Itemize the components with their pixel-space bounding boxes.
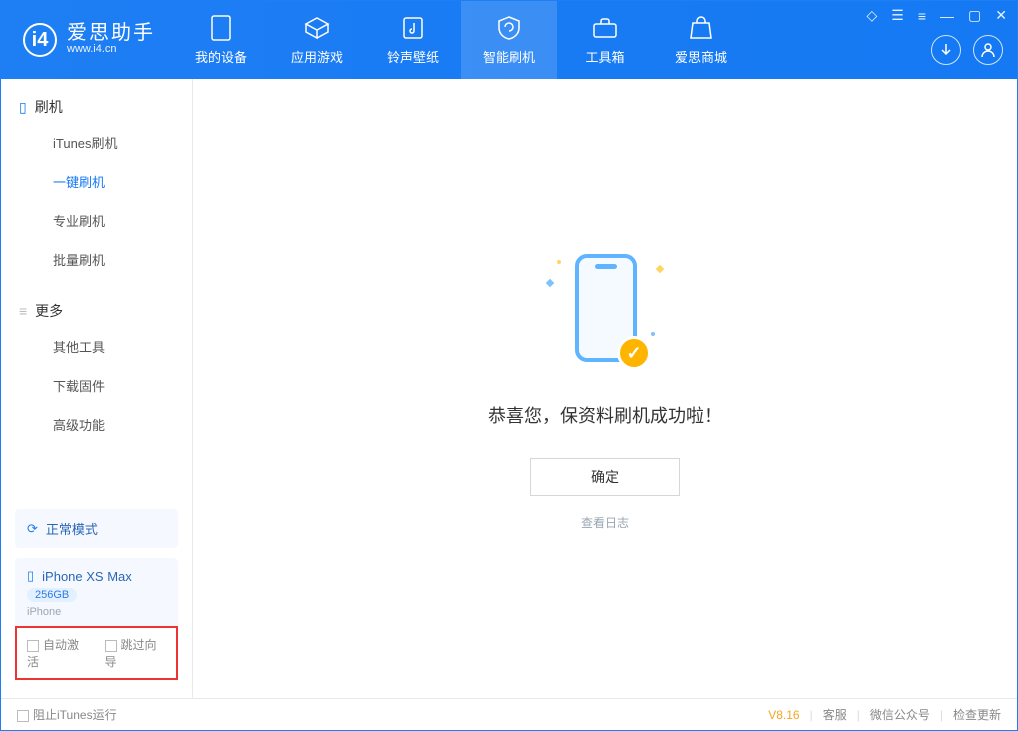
- sidebar-item-itunes-flash[interactable]: iTunes刷机: [1, 123, 192, 162]
- dot-icon: [651, 332, 655, 336]
- view-log-link[interactable]: 查看日志: [581, 514, 629, 531]
- main-tabs: 我的设备 应用游戏 铃声壁纸 智能刷机 工具箱 爱思商城: [173, 1, 749, 79]
- device-icon: [206, 15, 236, 41]
- sidebar-section-title: 刷机: [35, 97, 63, 117]
- tab-label: 爱思商城: [675, 47, 727, 66]
- footer-link-update[interactable]: 检查更新: [953, 706, 1001, 723]
- tab-my-device[interactable]: 我的设备: [173, 1, 269, 79]
- success-message: 恭喜您，保资料刷机成功啦！: [488, 402, 722, 428]
- footer-link-wechat[interactable]: 微信公众号: [870, 706, 930, 723]
- sidebar-item-download-firmware[interactable]: 下载固件: [1, 366, 192, 405]
- main-content: ✓ 恭喜您，保资料刷机成功啦！ 确定 查看日志: [193, 79, 1017, 698]
- success-illustration: ✓: [545, 246, 665, 376]
- separator: |: [940, 708, 943, 722]
- sidebar-cards: ⟳ 正常模式 ▯ iPhone XS Max 256GB iPhone: [15, 509, 178, 628]
- separator: |: [810, 708, 813, 722]
- sidebar-head-more: ≡ 更多: [1, 301, 192, 327]
- device-card[interactable]: ▯ iPhone XS Max 256GB iPhone: [15, 558, 178, 628]
- app-name: 爱思助手: [67, 23, 155, 43]
- version-label: V8.16: [768, 708, 799, 722]
- user-button[interactable]: [973, 35, 1003, 65]
- sparkle-icon: [656, 265, 664, 273]
- footer-link-support[interactable]: 客服: [823, 706, 847, 723]
- sidebar-item-oneclick-flash[interactable]: 一键刷机: [1, 162, 192, 201]
- footer-left: 阻止iTunes运行: [17, 706, 117, 723]
- tab-label: 工具箱: [585, 47, 624, 66]
- device-type: iPhone: [27, 606, 166, 618]
- title-bar: i4 爱思助手 www.i4.cn 我的设备 应用游戏 铃声壁纸 智能刷机 工具…: [1, 1, 1017, 79]
- shirt-icon[interactable]: ◇: [867, 7, 878, 24]
- close-icon[interactable]: ✕: [995, 7, 1007, 24]
- sidebar-item-batch-flash[interactable]: 批量刷机: [1, 240, 192, 279]
- download-button[interactable]: [931, 35, 961, 65]
- sidebar-item-advanced[interactable]: 高级功能: [1, 405, 192, 444]
- cube-icon: [302, 15, 332, 41]
- sidebar-section-title: 更多: [35, 301, 63, 321]
- tab-label: 应用游戏: [291, 47, 343, 66]
- refresh-icon: ⟳: [27, 521, 38, 537]
- ok-button[interactable]: 确定: [530, 458, 680, 496]
- maximize-icon[interactable]: ▢: [968, 7, 981, 24]
- tab-smart-flash[interactable]: 智能刷机: [461, 1, 557, 79]
- tab-toolbox[interactable]: 工具箱: [557, 1, 653, 79]
- app-logo: i4 爱思助手 www.i4.cn: [1, 23, 173, 57]
- sidebar: ▯ 刷机 iTunes刷机 一键刷机 专业刷机 批量刷机 ≡ 更多 其他工具 下…: [1, 79, 193, 698]
- phone-icon: ▯: [19, 99, 27, 116]
- logo-icon: i4: [23, 23, 57, 57]
- more-icon: ≡: [19, 303, 27, 319]
- tab-ringtones-wallpapers[interactable]: 铃声壁纸: [365, 1, 461, 79]
- toolbox-icon: [590, 15, 620, 41]
- window-controls-row: ◇ ☰ ≡ — ▢ ✕: [867, 7, 1007, 24]
- tab-label: 智能刷机: [483, 47, 535, 66]
- bag-icon: [686, 15, 716, 41]
- tab-apps-games[interactable]: 应用游戏: [269, 1, 365, 79]
- auto-activate-checkbox[interactable]: 自动激活: [27, 636, 89, 670]
- mode-label: 正常模式: [46, 519, 98, 538]
- tab-store[interactable]: 爱思商城: [653, 1, 749, 79]
- sidebar-head-flash: ▯ 刷机: [1, 97, 192, 123]
- highlighted-checkbox-row: 自动激活 跳过向导: [15, 626, 178, 680]
- separator: |: [857, 708, 860, 722]
- sidebar-item-other-tools[interactable]: 其他工具: [1, 327, 192, 366]
- sidebar-item-pro-flash[interactable]: 专业刷机: [1, 201, 192, 240]
- shield-refresh-icon: [494, 15, 524, 41]
- list-icon[interactable]: ☰: [891, 7, 904, 24]
- sidebar-section-more: ≡ 更多 其他工具 下载固件 高级功能: [1, 283, 192, 448]
- footer-right: V8.16 | 客服 | 微信公众号 | 检查更新: [768, 706, 1001, 723]
- skip-guide-checkbox[interactable]: 跳过向导: [105, 636, 167, 670]
- header-circle-buttons: [931, 35, 1003, 65]
- minimize-icon[interactable]: —: [940, 8, 954, 24]
- tab-label: 铃声壁纸: [387, 47, 439, 66]
- sidebar-section-flash: ▯ 刷机 iTunes刷机 一键刷机 专业刷机 批量刷机: [1, 79, 192, 283]
- phone-small-icon: ▯: [27, 568, 34, 584]
- block-itunes-checkbox[interactable]: 阻止iTunes运行: [17, 706, 117, 723]
- menu-icon[interactable]: ≡: [918, 8, 926, 24]
- storage-badge: 256GB: [27, 588, 77, 602]
- device-name: iPhone XS Max: [42, 569, 132, 584]
- dot-icon: [557, 260, 561, 264]
- mode-card[interactable]: ⟳ 正常模式: [15, 509, 178, 548]
- sparkle-icon: [546, 279, 554, 287]
- tab-label: 我的设备: [195, 47, 247, 66]
- check-badge-icon: ✓: [617, 336, 651, 370]
- status-bar: 阻止iTunes运行 V8.16 | 客服 | 微信公众号 | 检查更新: [1, 698, 1017, 730]
- logo-text: 爱思助手 www.i4.cn: [67, 23, 155, 56]
- music-file-icon: [398, 15, 428, 41]
- app-url: www.i4.cn: [67, 43, 155, 56]
